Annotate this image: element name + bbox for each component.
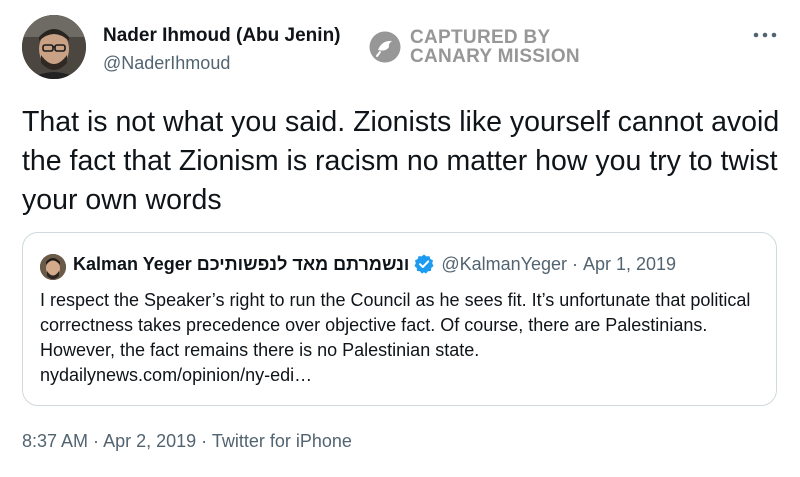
canary-mission-logo-icon <box>369 31 401 63</box>
quoted-author-name[interactable]: Kalman Yeger ונשמרתם מאד לנפשותיכם <box>73 254 409 275</box>
quoted-tweet-header: Kalman Yeger ונשמרתם מאד לנפשותיכם @Kalm… <box>73 253 676 275</box>
meta-separator: · <box>88 431 104 451</box>
tweet: Nader Ihmoud (Abu Jenin) @NaderIhmoud CA… <box>0 0 800 477</box>
quoted-separator: · <box>572 253 578 274</box>
quoted-tweet-text: I respect the Speaker’s right to run the… <box>40 290 751 385</box>
profile-photo <box>40 254 66 280</box>
quoted-author-avatar[interactable] <box>40 254 66 280</box>
meta-separator: · <box>196 431 212 451</box>
ellipsis-icon[interactable] <box>752 28 778 42</box>
verified-badge-icon <box>414 254 434 274</box>
author-avatar[interactable] <box>22 15 86 79</box>
author-handle[interactable]: @NaderIhmoud <box>103 53 230 74</box>
quoted-tweet-date[interactable]: Apr 1, 2019 <box>583 254 676 275</box>
profile-photo <box>22 15 86 79</box>
tweet-date[interactable]: Apr 2, 2019 <box>103 431 196 451</box>
watermark-line-1: CAPTURED BY <box>410 27 551 48</box>
author-name[interactable]: Nader Ihmoud (Abu Jenin) <box>103 25 341 47</box>
watermark-text: CAPTURED BY CANARY MISSION <box>410 28 580 66</box>
tweet-time[interactable]: 8:37 AM <box>22 431 88 451</box>
quoted-tweet-card[interactable]: Kalman Yeger ונשמרתם מאד לנפשותיכם @Kalm… <box>22 232 777 406</box>
tweet-text: That is not what you said. Zionists like… <box>22 106 780 216</box>
tweet-source[interactable]: Twitter for iPhone <box>212 431 352 451</box>
tweet-metadata: 8:37 AM · Apr 2, 2019 · Twitter for iPho… <box>22 431 352 452</box>
watermark-line-2: CANARY MISSION <box>410 46 580 67</box>
quoted-author-handle[interactable]: @KalmanYeger <box>441 254 567 275</box>
watermark: CAPTURED BY CANARY MISSION <box>368 28 580 66</box>
